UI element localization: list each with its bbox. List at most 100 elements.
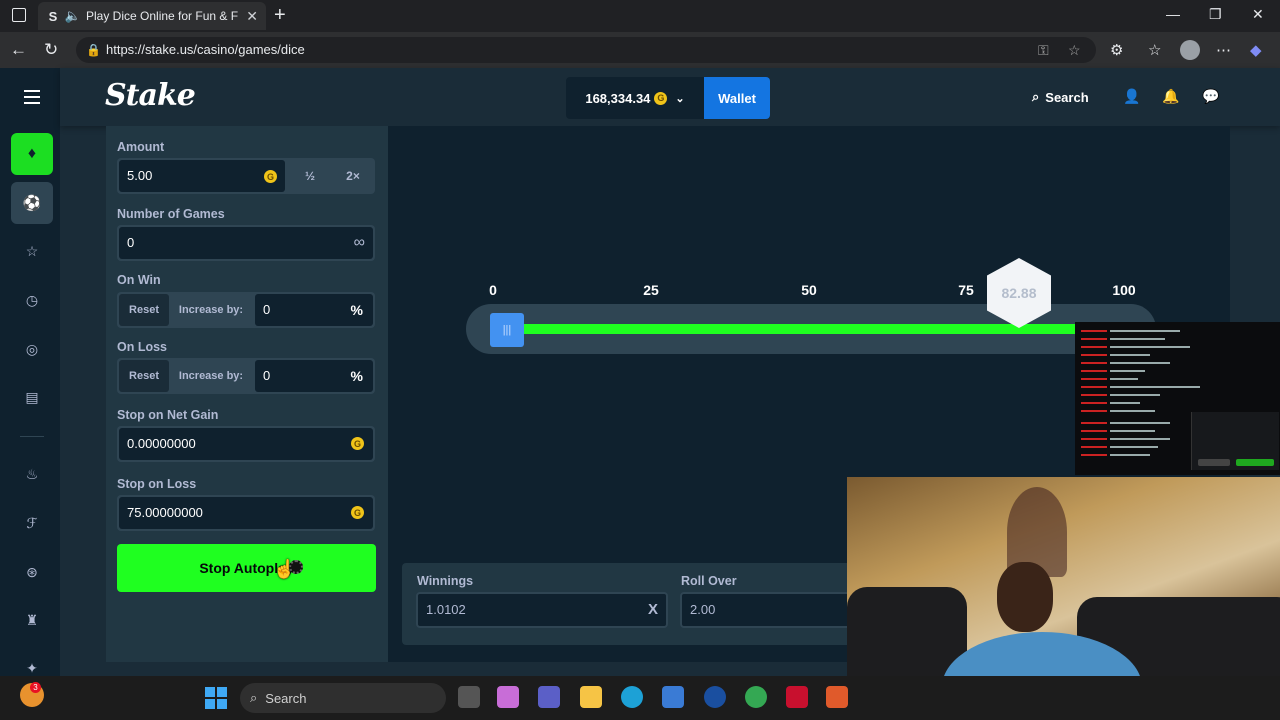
extensions-icon[interactable]: ⚙ [1110,41,1123,59]
live-casino-nav-icon[interactable]: ♜ [22,610,42,630]
store-icon[interactable] [662,686,684,708]
search-button[interactable]: ⌕ Search [1032,89,1089,105]
hot-games-nav-icon[interactable]: ♨ [22,464,42,484]
tick-25: 25 [643,282,659,298]
slider-handle[interactable]: ||| [490,313,524,347]
search-icon: ⌕ [250,690,258,705]
edge-icon[interactable] [621,686,643,708]
half-button[interactable]: ½ [289,158,331,194]
on-win-field: Reset Increase by: 0 % [117,292,375,328]
wallet-button[interactable]: Wallet [704,77,770,119]
stop-on-loss-field: 75.00000000 G [117,495,375,531]
gold-coin-icon: G [654,91,668,105]
stop-on-loss-input[interactable]: 75.00000000 [119,497,373,529]
mcafee-icon[interactable] [786,686,808,708]
originals-nav-icon[interactable]: ℱ [22,513,42,533]
search-label: Search [1045,89,1089,105]
hamburger-menu-icon[interactable] [24,90,40,104]
stop-autoplay-button[interactable]: Stop Autoplay [117,544,376,592]
copilot-icon[interactable]: ◆ [1250,41,1262,59]
favourites-nav-icon[interactable]: ☆ [22,241,42,261]
notifications-icon[interactable]: 🔔 [1162,88,1179,105]
on-win-label: On Win [117,273,161,287]
roll-over-input[interactable]: 2.00 [680,592,852,628]
tick-50: 50 [801,282,817,298]
user-icon[interactable]: 👤 [1123,88,1140,105]
double-button[interactable]: 2× [331,158,375,194]
tab-title: Play Dice Online for Fun & F [86,9,239,23]
amount-label: Amount [117,140,165,154]
my-bets-nav-icon[interactable]: ▤ [22,387,42,407]
refresh-icon[interactable]: ↻ [44,40,58,60]
close-tab-icon[interactable]: ✕ [246,8,258,25]
amount-input[interactable]: 5.00 [119,160,285,192]
on-loss-increase-button[interactable]: Increase by: [173,360,249,392]
chat-icon[interactable]: 💬 [1202,88,1219,105]
windows-start-icon[interactable] [205,687,227,709]
favorites-icon[interactable]: ☆ [1148,41,1161,59]
sidebar-toggle-icon[interactable] [12,8,26,22]
casino-nav-icon[interactable]: ♦ [11,133,53,175]
key-icon[interactable]: ⚿ [1038,37,1049,63]
slider-track [490,324,1136,334]
chat-popup [1191,412,1279,470]
chevron-down-icon: ⌄ [675,92,685,105]
recent-nav-icon[interactable]: ◷ [22,290,42,310]
percent-icon: % [350,368,363,384]
menu-icon[interactable]: ⋯ [1216,41,1231,59]
browser-tab[interactable]: S 🔈 Play Dice Online for Fun & F ✕ [38,2,266,30]
sports-nav-icon[interactable]: ⚽ [11,182,53,224]
balance-amount: 168,334.34 [585,90,651,106]
profile-icon[interactable] [1180,40,1200,60]
window-close-icon[interactable]: ✕ [1252,6,1264,23]
star-icon[interactable]: ☆ [1068,37,1081,63]
taskbar-search[interactable]: ⌕ Search [240,683,446,713]
amount-field-group: 5.00 G ½ 2× [117,158,375,194]
url-text: https://stake.us/casino/games/dice [106,42,305,57]
stake-logo[interactable]: Stake [105,78,196,113]
tick-0: 0 [489,282,497,298]
on-loss-label: On Loss [117,340,168,354]
tick-75: 75 [958,282,974,298]
address-bar-row: ← ↻ 🔒 https://stake.us/casino/games/dice… [0,32,1280,68]
number-of-games-label: Number of Games [117,207,225,221]
number-of-games-field: 0 ∞ [117,225,375,261]
minimize-icon[interactable]: — [1166,6,1180,22]
file-explorer-icon[interactable] [580,686,602,708]
stop-on-net-gain-input[interactable]: 0.00000000 [119,428,373,460]
lock-icon: 🔒 [86,43,101,57]
more-nav-icon[interactable]: ✦ [22,658,42,678]
multiplier-x-icon: X [648,601,659,618]
speaker-icon[interactable]: 🔈 [65,8,81,23]
percent-icon: % [350,302,363,318]
on-win-increase-button[interactable]: Increase by: [173,294,249,326]
back-icon[interactable]: ← [10,40,27,60]
hp-icon[interactable] [704,686,726,708]
balance-selector[interactable]: 168,334.34 G ⌄ [566,77,704,119]
url-field[interactable]: 🔒 https://stake.us/casino/games/dice ⚿ ☆ [76,37,1096,63]
roll-over-label: Roll Over [681,574,737,588]
on-win-reset-button[interactable]: Reset [119,294,169,326]
number-of-games-input[interactable]: 0 [119,227,373,259]
taskbar-search-label: Search [265,690,307,706]
nav-divider [20,436,44,437]
copilot-taskbar-icon[interactable] [497,686,519,708]
teams-icon[interactable] [538,686,560,708]
chrome-icon[interactable] [745,686,767,708]
gold-coin-icon: G [351,506,364,519]
gold-coin-icon: G [351,437,364,450]
winnings-input[interactable]: 1.0102 [416,592,668,628]
hand-cursor-icon: ☝ [273,559,296,579]
maximize-icon[interactable]: ❐ [1209,6,1222,23]
task-view-icon[interactable] [458,686,480,708]
on-loss-reset-button[interactable]: Reset [119,360,169,392]
new-tab-icon[interactable]: + [274,5,286,25]
challenges-nav-icon[interactable]: ◎ [22,339,42,359]
app-icon[interactable] [826,686,848,708]
slots-nav-icon[interactable]: ⊛ [22,562,42,582]
stream-chat-overlay [1075,322,1280,475]
stop-on-net-gain-label: Stop on Net Gain [117,408,219,422]
notification-badge: 3 [30,682,41,693]
tab-favicon-icon: S [48,8,58,24]
tick-100: 100 [1112,282,1136,298]
